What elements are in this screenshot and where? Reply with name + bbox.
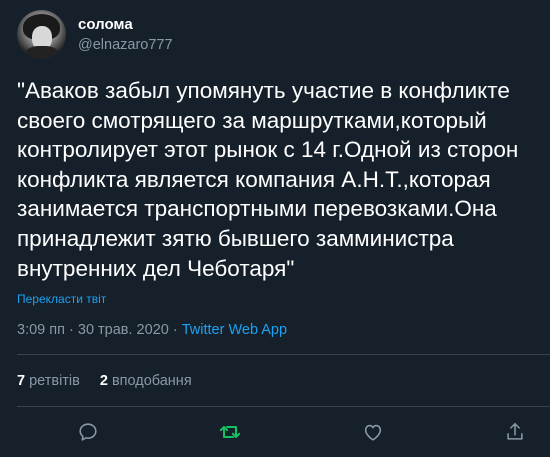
display-name[interactable]: солома bbox=[78, 15, 173, 35]
tweet-time[interactable]: 3:09 пп bbox=[17, 322, 65, 338]
tweet-app-link[interactable]: Twitter Web App bbox=[182, 322, 287, 338]
likes-label: вподобання bbox=[111, 373, 192, 389]
tweet-stats: 7 ретвітів 2 вподобання bbox=[17, 373, 212, 389]
likes-count: 2 bbox=[99, 373, 108, 389]
meta-separator: · bbox=[172, 322, 178, 338]
tweet-meta: 3:09 пп · 30 трав. 2020 · Twitter Web Ap… bbox=[17, 322, 287, 338]
divider bbox=[17, 354, 550, 355]
translate-tweet-link[interactable]: Перекласти твіт bbox=[17, 292, 106, 306]
tweet-text: "Аваков забыл упомянуть участие в конфли… bbox=[17, 78, 519, 281]
retweet-button[interactable] bbox=[216, 418, 244, 446]
retweets-count: 7 bbox=[17, 373, 26, 389]
meta-separator: · bbox=[69, 322, 74, 338]
like-button[interactable] bbox=[359, 418, 387, 446]
reply-button[interactable] bbox=[74, 418, 102, 446]
user-names: солома @elnazaro777 bbox=[78, 15, 173, 55]
avatar-body bbox=[25, 46, 59, 59]
tweet-date[interactable]: 30 трав. 2020 bbox=[78, 322, 169, 338]
tweet-actions bbox=[0, 414, 550, 450]
tweet-card: солома @elnazaro777 "Аваков забыл упомян… bbox=[0, 0, 550, 457]
retweets-stat[interactable]: 7 ретвітів bbox=[17, 373, 80, 389]
reply-icon bbox=[79, 423, 97, 441]
divider bbox=[17, 406, 550, 407]
retweets-label: ретвітів bbox=[29, 373, 80, 389]
like-icon bbox=[364, 424, 382, 441]
likes-stat[interactable]: 2 вподобання bbox=[100, 373, 192, 389]
share-button[interactable] bbox=[501, 418, 529, 446]
avatar[interactable] bbox=[17, 10, 66, 59]
user-handle[interactable]: @elnazaro777 bbox=[78, 35, 173, 55]
retweet-icon bbox=[219, 426, 241, 438]
share-icon bbox=[507, 422, 523, 440]
tweet-header: солома @elnazaro777 bbox=[17, 10, 173, 59]
